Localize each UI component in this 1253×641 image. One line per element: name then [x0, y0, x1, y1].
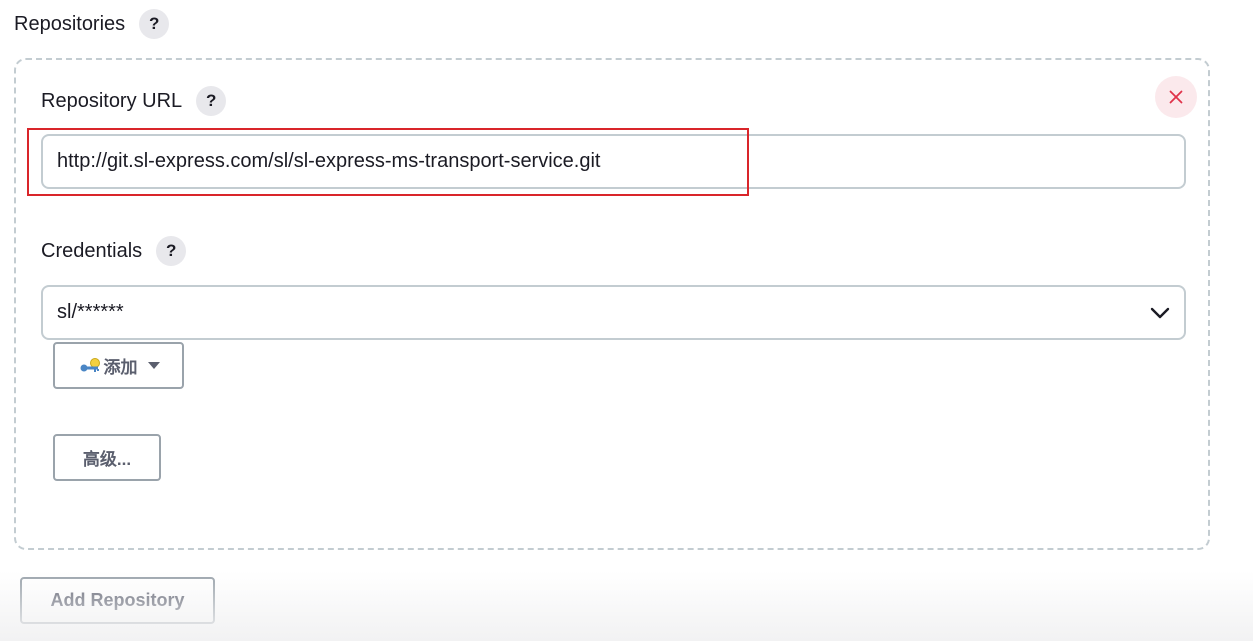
credentials-label: Credentials: [41, 239, 143, 262]
repository-url-help-button[interactable]: ?: [196, 86, 227, 116]
repository-url-label-row: Repository URL ?: [41, 86, 227, 116]
advanced-button[interactable]: 高级...: [53, 434, 161, 481]
credentials-label-row: Credentials ?: [41, 236, 187, 266]
repositories-help-button[interactable]: ?: [139, 9, 170, 39]
repositories-config-page: Repositories ? Repository URL ? Credenti…: [0, 0, 1253, 641]
repository-url-input[interactable]: [41, 134, 1186, 189]
credentials-selected-value: sl/******: [57, 301, 124, 323]
add-credentials-button[interactable]: 添加: [53, 342, 184, 389]
add-credentials-label: 添加: [103, 358, 138, 377]
add-repository-label: Add Repository: [50, 590, 185, 610]
repositories-title: Repositories: [14, 12, 126, 35]
close-icon: [1169, 90, 1183, 104]
remove-repository-button[interactable]: [1155, 76, 1197, 118]
credentials-help-button[interactable]: ?: [156, 236, 187, 266]
add-repository-button[interactable]: Add Repository: [20, 577, 215, 624]
repository-url-label: Repository URL: [41, 89, 183, 112]
caret-down-icon: [147, 362, 160, 369]
repositories-heading: Repositories ?: [14, 9, 170, 39]
key-icon: [80, 357, 100, 372]
chevron-down-icon: [1150, 307, 1170, 318]
credentials-select[interactable]: sl/******: [41, 285, 1186, 340]
advanced-button-label: 高级...: [82, 450, 132, 469]
